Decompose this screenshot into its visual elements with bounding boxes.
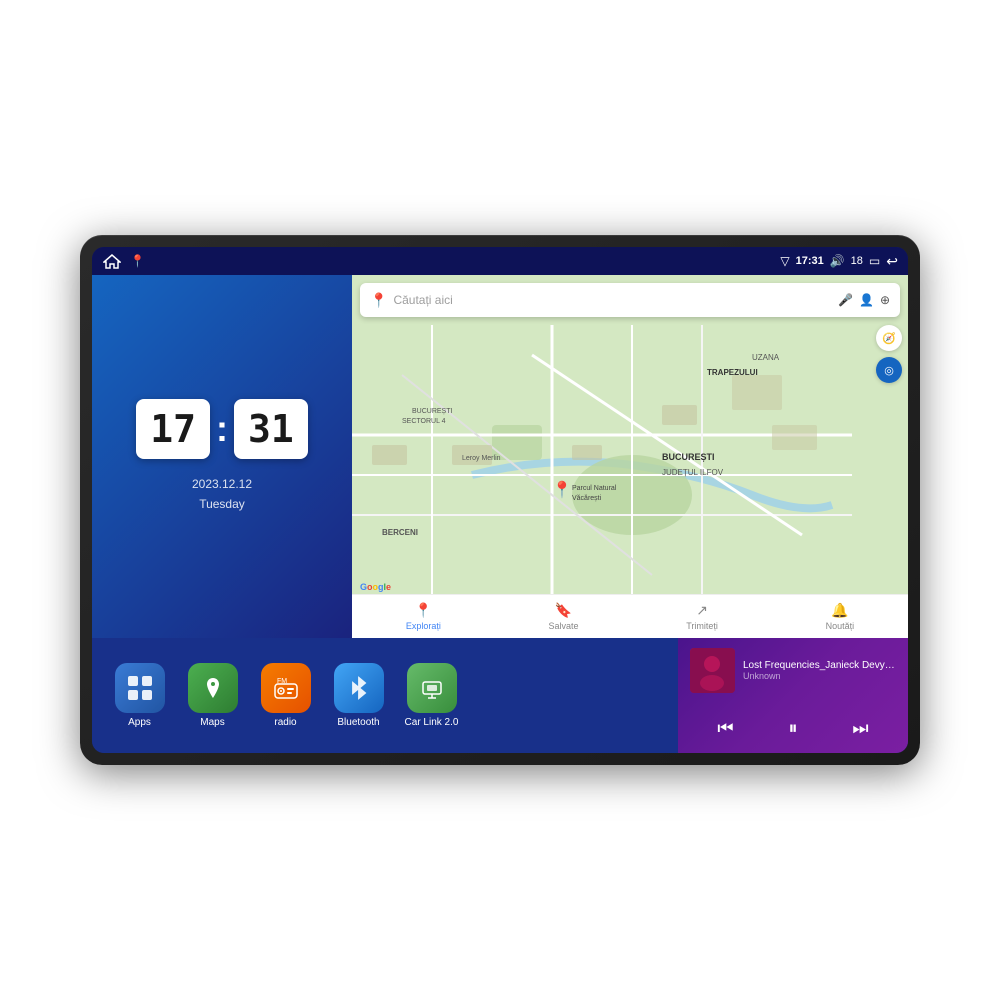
saved-label: Salvate bbox=[549, 621, 579, 631]
app-item-radio[interactable]: FM radio bbox=[253, 663, 318, 728]
location-button[interactable]: ◎ bbox=[876, 357, 902, 383]
media-artist: Unknown bbox=[743, 671, 896, 681]
maps-label: Maps bbox=[200, 717, 224, 728]
status-time: 17:31 bbox=[796, 255, 824, 267]
date-text: 2023.12.12 bbox=[192, 475, 252, 494]
news-icon: 🔔 bbox=[831, 602, 848, 619]
google-logo: Google bbox=[360, 582, 391, 592]
account-icon[interactable]: 👤 bbox=[859, 293, 874, 307]
screen: 📍 ▽ 17:31 🔊 18 ▭ ↩ 17 : 31 bbox=[92, 247, 908, 753]
svg-text:Văcărești: Văcărești bbox=[572, 495, 602, 502]
share-icon: ↗ bbox=[696, 602, 708, 619]
signal-icon: ▽ bbox=[780, 254, 789, 268]
maps-icon bbox=[188, 663, 238, 713]
news-label: Noutăți bbox=[826, 621, 855, 631]
voice-search-icon[interactable]: 🎤 bbox=[838, 293, 853, 307]
battery-icon: ▭ bbox=[869, 254, 880, 268]
app-item-apps[interactable]: Apps bbox=[107, 663, 172, 728]
apps-icon bbox=[115, 663, 165, 713]
svg-text:Leroy Merlin: Leroy Merlin bbox=[462, 455, 501, 462]
map-nav-saved[interactable]: 🔖 Salvate bbox=[549, 602, 579, 631]
svg-text:BERCENI: BERCENI bbox=[382, 528, 418, 537]
share-label: Trimiteți bbox=[686, 621, 718, 631]
svg-text:SECTORUL 4: SECTORUL 4 bbox=[402, 418, 446, 425]
app-item-bluetooth[interactable]: Bluetooth bbox=[326, 663, 391, 728]
status-right: ▽ 17:31 🔊 18 ▭ ↩ bbox=[780, 253, 898, 270]
svg-text:BUCUREȘTI: BUCUREȘTI bbox=[662, 452, 715, 462]
media-info: Lost Frequencies_Janieck Devy-... Unknow… bbox=[690, 648, 896, 693]
compass-button[interactable]: 🧭 bbox=[876, 325, 902, 351]
bluetooth-icon bbox=[334, 663, 384, 713]
clock-display: 17 : 31 bbox=[136, 399, 308, 459]
clock-hours: 17 bbox=[136, 399, 210, 459]
svg-text:TRAPEZULUI: TRAPEZULUI bbox=[707, 368, 758, 377]
media-title: Lost Frequencies_Janieck Devy-... bbox=[743, 660, 896, 671]
map-svg: BUCUREȘTI JUDEȚUL ILFOV TRAPEZULUI BERCE… bbox=[352, 275, 908, 638]
day-text: Tuesday bbox=[192, 495, 252, 514]
media-text: Lost Frequencies_Janieck Devy-... Unknow… bbox=[743, 660, 896, 681]
media-player: Lost Frequencies_Janieck Devy-... Unknow… bbox=[678, 638, 908, 753]
media-thumbnail bbox=[690, 648, 735, 693]
app-item-maps[interactable]: Maps bbox=[180, 663, 245, 728]
media-next-button[interactable]: ⏭ bbox=[844, 714, 876, 743]
map-bottom-bar: 📍 Explorați 🔖 Salvate ↗ Trimiteți 🔔 bbox=[352, 594, 908, 638]
svg-text:📍: 📍 bbox=[552, 480, 572, 499]
app-item-carlink[interactable]: Car Link 2.0 bbox=[399, 663, 464, 728]
map-background: BUCUREȘTI JUDEȚUL ILFOV TRAPEZULUI BERCE… bbox=[352, 275, 908, 638]
map-search-actions: 🎤 👤 ⊕ bbox=[838, 293, 890, 307]
svg-text:UZANA: UZANA bbox=[752, 353, 780, 362]
apps-label: Apps bbox=[128, 717, 151, 728]
media-prev-button[interactable]: ⏮ bbox=[709, 714, 741, 743]
radio-label: radio bbox=[274, 717, 296, 728]
carlink-label: Car Link 2.0 bbox=[405, 717, 459, 728]
clock-minutes: 31 bbox=[234, 399, 308, 459]
map-nav-explore[interactable]: 📍 Explorați bbox=[406, 602, 441, 631]
layers-icon[interactable]: ⊕ bbox=[880, 293, 890, 307]
status-left: 📍 bbox=[102, 253, 145, 269]
apps-dock: Apps Maps bbox=[92, 638, 678, 753]
bottom-section: Apps Maps bbox=[92, 638, 908, 753]
carlink-icon bbox=[407, 663, 457, 713]
map-panel[interactable]: BUCUREȘTI JUDEȚUL ILFOV TRAPEZULUI BERCE… bbox=[352, 275, 908, 638]
media-playpause-button[interactable]: ⏸ bbox=[780, 714, 805, 743]
maps-status-icon[interactable]: 📍 bbox=[130, 254, 145, 268]
back-button[interactable]: ↩ bbox=[886, 253, 898, 270]
maps-logo-icon: 📍 bbox=[370, 292, 387, 309]
radio-icon: FM bbox=[261, 663, 311, 713]
saved-icon: 🔖 bbox=[555, 602, 572, 619]
svg-text:Parcul Natural: Parcul Natural bbox=[572, 485, 617, 492]
status-bar: 📍 ▽ 17:31 🔊 18 ▭ ↩ bbox=[92, 247, 908, 275]
top-section: 17 : 31 2023.12.12 Tuesday bbox=[92, 275, 908, 638]
home-button[interactable] bbox=[102, 253, 122, 269]
volume-icon: 🔊 bbox=[830, 254, 845, 268]
map-search-input[interactable]: Căutați aici bbox=[393, 293, 832, 307]
explore-label: Explorați bbox=[406, 621, 441, 631]
volume-level: 18 bbox=[851, 255, 863, 267]
map-right-controls: 🧭 ◎ bbox=[876, 325, 902, 383]
svg-text:JUDEȚUL ILFOV: JUDEȚUL ILFOV bbox=[662, 468, 724, 477]
svg-text:BUCUREȘTI: BUCUREȘTI bbox=[412, 408, 453, 415]
car-head-unit: 📍 ▽ 17:31 🔊 18 ▭ ↩ 17 : 31 bbox=[80, 235, 920, 765]
map-search-bar[interactable]: 📍 Căutați aici 🎤 👤 ⊕ bbox=[360, 283, 900, 317]
clock-separator: : bbox=[216, 408, 228, 450]
media-controls: ⏮ ⏸ ⏭ bbox=[690, 714, 896, 743]
clock-panel: 17 : 31 2023.12.12 Tuesday bbox=[92, 275, 352, 638]
date-display: 2023.12.12 Tuesday bbox=[192, 475, 252, 513]
map-nav-news[interactable]: 🔔 Noutăți bbox=[826, 602, 855, 631]
main-content: 17 : 31 2023.12.12 Tuesday bbox=[92, 275, 908, 753]
map-nav-share[interactable]: ↗ Trimiteți bbox=[686, 602, 718, 631]
svg-text:FM: FM bbox=[276, 678, 286, 685]
explore-icon: 📍 bbox=[415, 602, 432, 619]
bluetooth-label: Bluetooth bbox=[337, 717, 379, 728]
